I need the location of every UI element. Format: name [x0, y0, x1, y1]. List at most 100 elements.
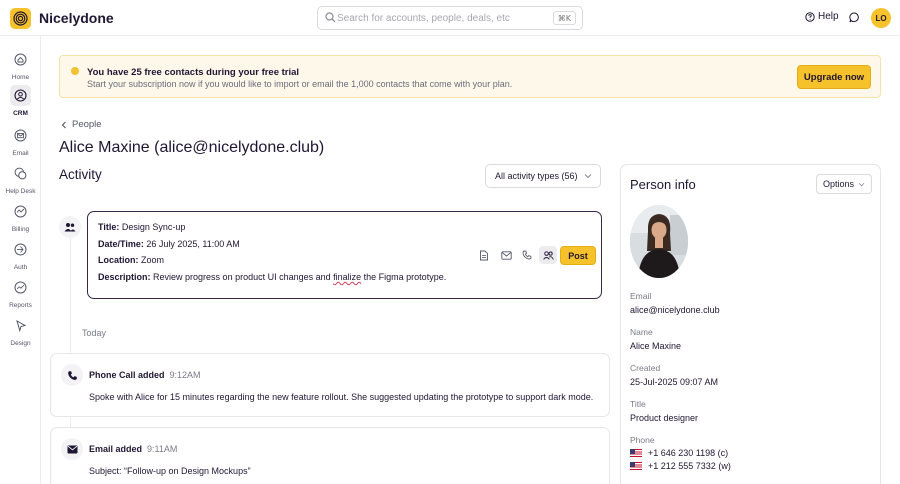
- composer-datetime-line: Date/Time: 26 July 2025, 11:00 AM: [98, 239, 240, 249]
- phone-icon: [61, 364, 83, 386]
- sidebar-label-home: Home: [11, 74, 30, 81]
- chevron-left-icon: [61, 121, 66, 128]
- top-bar: Nicelydone ⌘K Help LO: [0, 0, 900, 36]
- breadcrumb-back[interactable]: People: [61, 119, 102, 130]
- banner-subtitle: Start your subscription now if you would…: [87, 79, 513, 89]
- composer-description-line: Description: Review progress on product …: [98, 272, 446, 282]
- activity-card-body: Subject: “Follow-up on Design Mockups”: [89, 466, 251, 476]
- options-button[interactable]: Options: [816, 174, 872, 194]
- phone-value: +1 212 555 7332 (w): [648, 461, 731, 471]
- post-button[interactable]: Post: [560, 246, 596, 265]
- sidebar-label-help-desk: Help Desk: [5, 188, 36, 195]
- name-label: Name: [630, 327, 653, 337]
- sidebar-label-reports: Reports: [9, 302, 32, 309]
- us-flag-icon: [630, 462, 642, 470]
- crm-icon: [10, 85, 31, 106]
- user-avatar[interactable]: LO: [871, 8, 891, 28]
- person-photo: [630, 205, 688, 278]
- search-icon: [325, 12, 336, 23]
- activity-card-time: 9:12AM: [169, 370, 201, 380]
- activity-heading: Activity: [59, 167, 102, 182]
- note-tool-button[interactable]: [475, 246, 493, 264]
- phone-value: +1 646 230 1198 (c): [648, 448, 729, 458]
- activity-filter-label: All activity types (56): [495, 171, 578, 181]
- created-value: 25-Jul-2025 09:07 AM: [630, 377, 719, 387]
- help-button[interactable]: Help: [805, 11, 839, 22]
- composer-title-value: Design Sync-up: [121, 222, 186, 232]
- activity-card-time: 9:11AM: [147, 444, 178, 454]
- sidebar-item-auth[interactable]: Auth: [0, 239, 41, 271]
- billing-icon: [10, 201, 31, 222]
- activity-card[interactable]: Phone Call added 9:12AM Spoke with Alice …: [50, 353, 610, 417]
- sidebar-label-email: Email: [12, 150, 29, 157]
- auth-icon: [10, 239, 31, 260]
- activity-card-body: Spoke with Alice for 15 minutes regardin…: [89, 392, 594, 402]
- job-title-label: Title: [630, 399, 646, 409]
- activity-card-type: Phone Call added: [89, 370, 165, 380]
- composer-description-value-a: Review progress on product UI changes an…: [153, 272, 334, 282]
- sidebar-item-help-desk[interactable]: Help Desk: [0, 163, 41, 195]
- email-label: Email: [630, 291, 652, 301]
- sidebar-item-billing[interactable]: Billing: [0, 201, 41, 233]
- note-icon: [480, 250, 488, 260]
- sidebar-label-auth: Auth: [13, 264, 28, 271]
- activity-card-type: Email added: [89, 444, 143, 454]
- name-value: Alice Maxine: [630, 341, 682, 351]
- composer-datetime-label: Date/Time:: [98, 239, 144, 249]
- activity-card-title: Phone Call added 9:12AM: [89, 370, 201, 380]
- phone-label: Phone: [630, 435, 655, 445]
- sidebar-item-email[interactable]: Email: [0, 125, 41, 157]
- reports-icon: [10, 277, 31, 298]
- banner-title: You have 25 free contacts during your fr…: [87, 67, 300, 78]
- email-icon: [10, 125, 31, 146]
- people-icon: [542, 250, 554, 260]
- sidebar-label-design: Design: [10, 340, 31, 347]
- phone-row[interactable]: +1 646 230 1198 (c): [630, 448, 728, 458]
- chat-icon[interactable]: [849, 12, 860, 23]
- composer-description-value-b: the Figma prototype.: [361, 272, 447, 282]
- us-flag-icon: [630, 449, 642, 457]
- sidebar-label-billing: Billing: [11, 226, 30, 233]
- call-tool-button[interactable]: [518, 246, 536, 264]
- activity-card[interactable]: Email added 9:11AM Subject: “Follow-up on…: [50, 427, 610, 484]
- sidebar-item-reports[interactable]: Reports: [0, 277, 41, 309]
- chevron-down-icon: [584, 174, 592, 179]
- help-desk-icon: [10, 163, 31, 184]
- logo[interactable]: [10, 8, 31, 29]
- meeting-tool-button[interactable]: [539, 246, 557, 264]
- sidebar-item-crm[interactable]: CRM: [0, 85, 41, 117]
- timeline-group-label: Today: [82, 328, 107, 338]
- sidebar-item-home[interactable]: Home: [0, 49, 41, 81]
- phone-row[interactable]: +1 212 555 7332 (w): [630, 461, 731, 471]
- help-icon: [805, 11, 815, 22]
- person-info-panel: Person info Options Email alice@nicelydo…: [620, 164, 881, 484]
- composer-title-label: Title:: [98, 222, 120, 232]
- email-tool-button[interactable]: [497, 246, 515, 264]
- upgrade-button[interactable]: Upgrade now: [797, 65, 871, 89]
- phone-icon: [522, 250, 532, 260]
- trial-banner: You have 25 free contacts during your fr…: [59, 55, 881, 98]
- breadcrumb-label: People: [72, 119, 102, 130]
- search-input[interactable]: [337, 10, 552, 26]
- composer-title-line: Title: Design Sync-up: [98, 222, 185, 232]
- activity-type-filter[interactable]: All activity types (56): [485, 164, 601, 188]
- sidebar-item-design[interactable]: Design: [0, 315, 41, 347]
- composer-description-label: Description:: [98, 272, 151, 282]
- search-box[interactable]: ⌘K: [317, 6, 583, 30]
- created-label: Created: [630, 363, 661, 373]
- info-icon: [71, 67, 79, 75]
- search-shortcut: ⌘K: [552, 11, 576, 25]
- home-icon: [10, 49, 31, 70]
- meeting-icon: [59, 216, 81, 238]
- mail-icon: [500, 250, 512, 260]
- sidebar: Home CRM Email Help Desk Billing Auth Re…: [0, 36, 41, 484]
- design-icon: [10, 315, 31, 336]
- logo-icon: [13, 11, 28, 26]
- email-icon: [61, 438, 83, 460]
- composer-location-line: Location: Zoom: [98, 255, 164, 265]
- composer-description-misspelled: finalize: [333, 272, 362, 282]
- options-label: Options: [822, 179, 855, 189]
- help-label: Help: [818, 11, 839, 22]
- email-value[interactable]: alice@nicelydone.club: [630, 305, 720, 315]
- job-title-value: Product designer: [630, 413, 699, 423]
